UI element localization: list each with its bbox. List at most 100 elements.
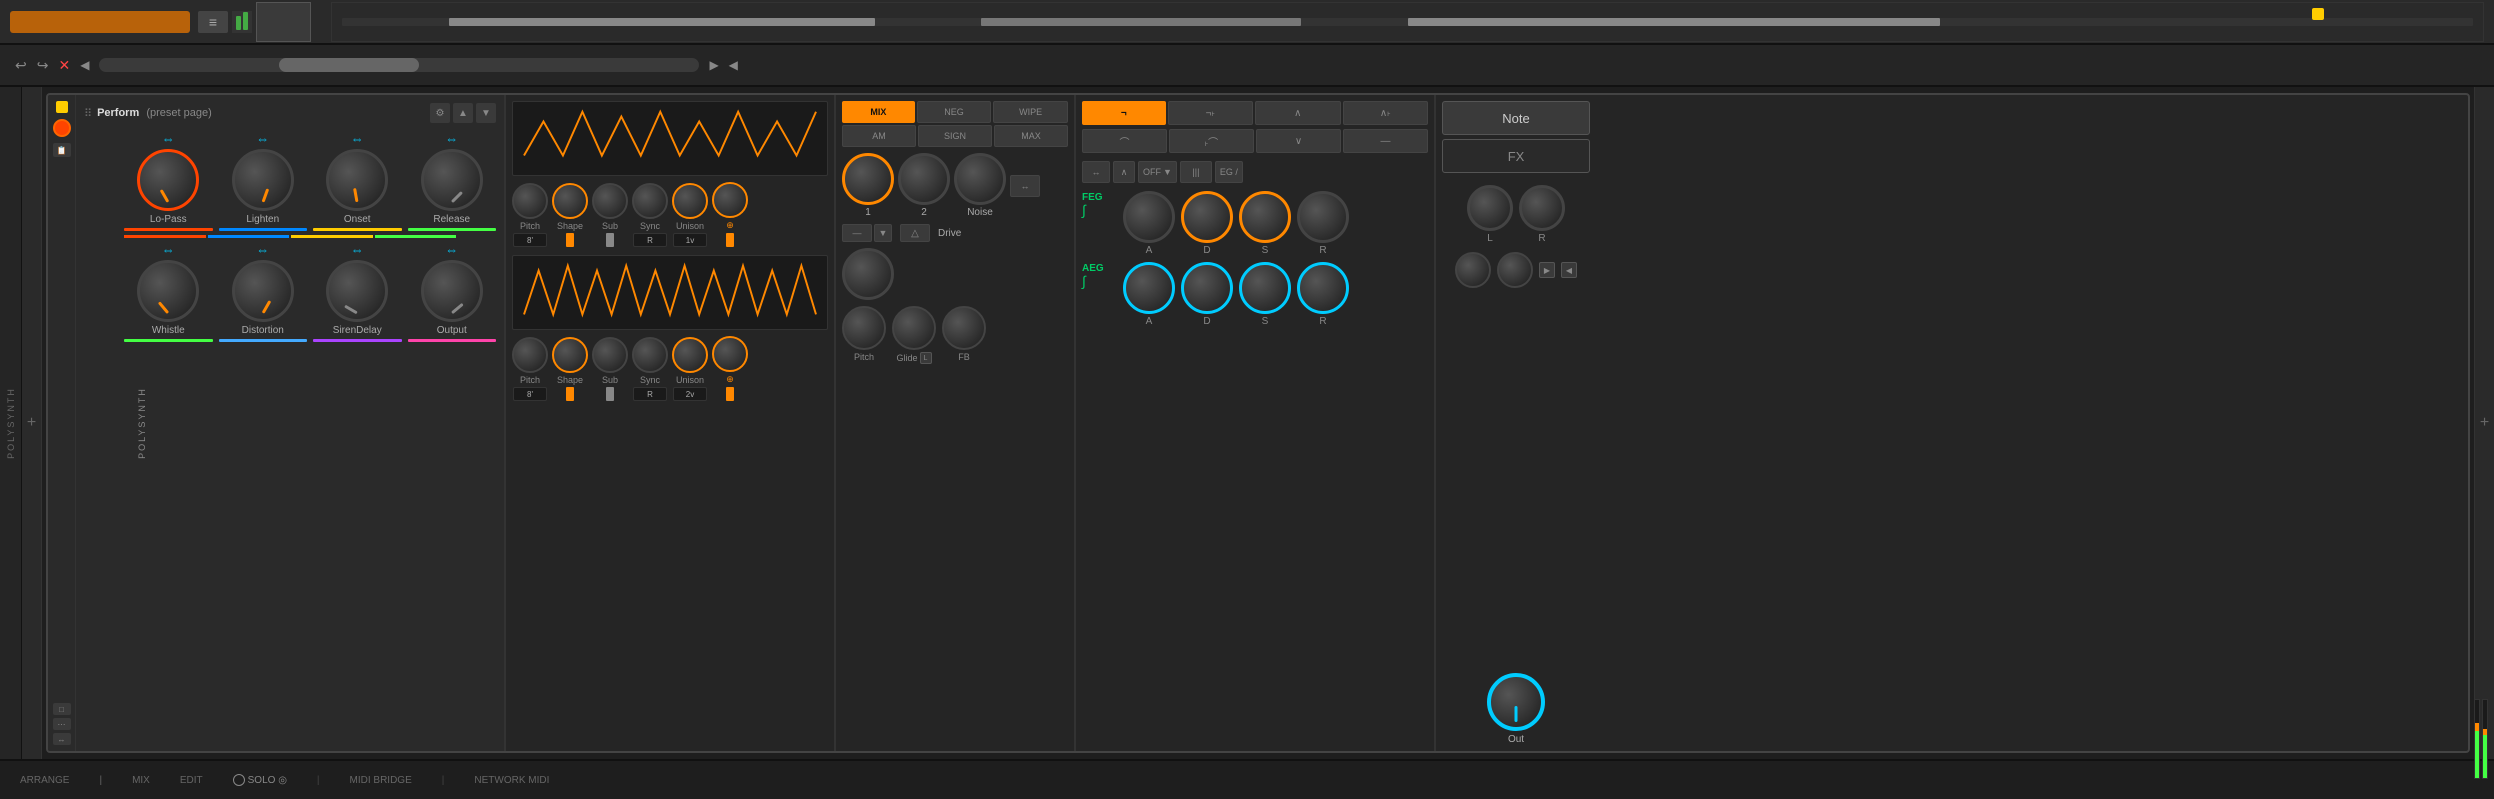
env-mode-stereo[interactable]: ↔ <box>1082 161 1110 183</box>
osc1-pitch-knob[interactable] <box>512 183 548 219</box>
osc2-sync-knob[interactable] <box>632 337 668 373</box>
menu-icon[interactable]: ≡ <box>198 11 228 33</box>
bottom-arrange[interactable]: ARRANGE <box>20 775 69 786</box>
sign-btn[interactable]: SIGN <box>918 125 992 147</box>
osc2-pitch-knob[interactable] <box>512 337 548 373</box>
output-knob[interactable] <box>421 260 483 322</box>
onset-knob[interactable] <box>326 149 388 211</box>
sirendelay-arrow: ⇔ <box>351 242 364 257</box>
lopass-knob[interactable] <box>137 149 199 211</box>
nav-fwd[interactable]: ▶ <box>709 58 718 72</box>
release-knob[interactable] <box>421 149 483 211</box>
mode-tri-btn[interactable]: △ <box>900 224 930 242</box>
whistle-knob[interactable] <box>137 260 199 322</box>
aeg-d-knob[interactable] <box>1181 262 1233 314</box>
mixer-osc2-knob[interactable] <box>898 153 950 205</box>
l-knob[interactable] <box>1467 185 1513 231</box>
sirendelay-knob[interactable] <box>326 260 388 322</box>
note-small-knob-1[interactable] <box>1455 252 1491 288</box>
bottom-edit[interactable]: EDIT <box>180 775 203 786</box>
plugin-nav-arrows[interactable]: ↔ <box>53 733 71 745</box>
mixer-osc1-knob[interactable] <box>842 153 894 205</box>
wave-btn-5[interactable]: ⌒ <box>1082 129 1167 153</box>
osc2-sub-knob[interactable] <box>592 337 628 373</box>
wave-btn-7[interactable]: ∨ <box>1256 129 1341 153</box>
bottom-mix[interactable]: MIX <box>132 775 150 786</box>
lighten-label: Lighten <box>246 214 279 225</box>
plugin-page-btn[interactable]: 📋 <box>53 143 71 157</box>
wipe-btn[interactable]: WIPE <box>993 101 1068 123</box>
wave-btn-8[interactable]: — <box>1343 129 1428 153</box>
env-mode-bars[interactable]: ||| <box>1180 161 1212 183</box>
feg-r-knob[interactable] <box>1297 191 1349 243</box>
mixer-noise-knob[interactable] <box>954 153 1006 205</box>
scrollbar[interactable] <box>99 58 699 72</box>
lighten-knob[interactable] <box>232 149 294 211</box>
note-play-btn[interactable]: ▶ <box>1539 262 1555 278</box>
out-indicator <box>1515 706 1518 722</box>
wave-btn-6[interactable]: ˫⌒ <box>1169 129 1254 153</box>
osc2-pitch: Pitch 8' <box>512 337 548 401</box>
fb-knob[interactable] <box>942 306 986 350</box>
osc1-sub-knob[interactable] <box>592 183 628 219</box>
plugin-power-btn[interactable]: ⏻ <box>53 119 71 137</box>
mix-btn[interactable]: MIX <box>842 101 915 123</box>
note-stop-btn[interactable]: ◀ <box>1561 262 1577 278</box>
mode-dropdown-btn[interactable]: ▼ <box>874 224 892 242</box>
osc2-shape-knob[interactable] <box>552 337 588 373</box>
distortion-knob[interactable] <box>232 260 294 322</box>
toolbar-undo[interactable]: ↩ <box>15 57 27 74</box>
track-header[interactable] <box>10 11 190 33</box>
osc2-unison-knob[interactable] <box>672 337 708 373</box>
mixer-drive-knob[interactable] <box>842 248 894 300</box>
r-knob[interactable] <box>1519 185 1565 231</box>
feg-s-knob[interactable] <box>1239 191 1291 243</box>
env-mode-mono[interactable]: ∧ <box>1113 161 1135 183</box>
nav-back[interactable]: ◀ <box>80 58 89 72</box>
bottom-midi[interactable]: MIDI BRIDGE <box>350 775 412 786</box>
perform-up-btn[interactable]: ▲ <box>453 103 473 123</box>
env-mode-eg[interactable]: EG / <box>1215 161 1243 183</box>
onset-indicator <box>353 188 358 202</box>
toolbar-close[interactable]: ✕ <box>58 57 70 74</box>
feg-d-knob[interactable] <box>1181 191 1233 243</box>
wave-btn-1[interactable]: ¬ <box>1082 101 1166 125</box>
out-knob[interactable] <box>1487 673 1545 731</box>
max-btn[interactable]: MAX <box>994 125 1068 147</box>
aeg-r-label: R <box>1319 316 1326 327</box>
osc1-shape-knob[interactable] <box>552 183 588 219</box>
stereo-toggle[interactable]: ↔ <box>1010 175 1040 197</box>
knob-col-whistle: ⇔ Whistle <box>124 242 213 342</box>
wave-btn-3[interactable]: ∧ <box>1255 101 1341 125</box>
glide-knob[interactable] <box>892 306 936 350</box>
fx-btn[interactable]: FX <box>1442 139 1590 173</box>
bottom-network[interactable]: NETWORK MIDI <box>474 775 549 786</box>
perform-down-btn[interactable]: ▼ <box>476 103 496 123</box>
note-btn[interactable]: Note <box>1442 101 1590 135</box>
nav-back2[interactable]: ◀ <box>729 58 738 72</box>
osc1-link-knob[interactable] <box>712 182 748 218</box>
osc1-sync-knob[interactable] <box>632 183 668 219</box>
toolbar-redo[interactable]: ↪ <box>37 57 49 74</box>
neg-btn[interactable]: NEG <box>917 101 992 123</box>
aeg-r-knob[interactable] <box>1297 262 1349 314</box>
add-track-left[interactable]: + <box>22 87 42 759</box>
am-btn[interactable]: AM <box>842 125 916 147</box>
glide-mode[interactable]: L <box>920 352 932 364</box>
feg-a-knob[interactable] <box>1123 191 1175 243</box>
osc1-unison-knob[interactable] <box>672 183 708 219</box>
bottom-solo[interactable]: SOLO ◎ <box>233 774 287 786</box>
osc2-link-knob[interactable] <box>712 336 748 372</box>
perform-settings-btn[interactable]: ⚙ <box>430 103 450 123</box>
add-track-right[interactable]: + <box>2474 87 2494 759</box>
wave-btn-2[interactable]: ¬˫ <box>1168 101 1254 125</box>
note-small-knob-2[interactable] <box>1497 252 1533 288</box>
aeg-a-knob[interactable] <box>1123 262 1175 314</box>
mode-arrow-btn[interactable]: — <box>842 224 872 242</box>
wave-btn-4[interactable]: ∧˫ <box>1343 101 1429 125</box>
aeg-s-knob[interactable] <box>1239 262 1291 314</box>
pitch-knob[interactable] <box>842 306 886 350</box>
plugin-nav-dots[interactable]: ⋯ <box>53 718 71 730</box>
env-mode-off-dropdown[interactable]: OFF ▼ <box>1138 161 1177 183</box>
plugin-nav-up[interactable]: □ <box>53 703 71 715</box>
